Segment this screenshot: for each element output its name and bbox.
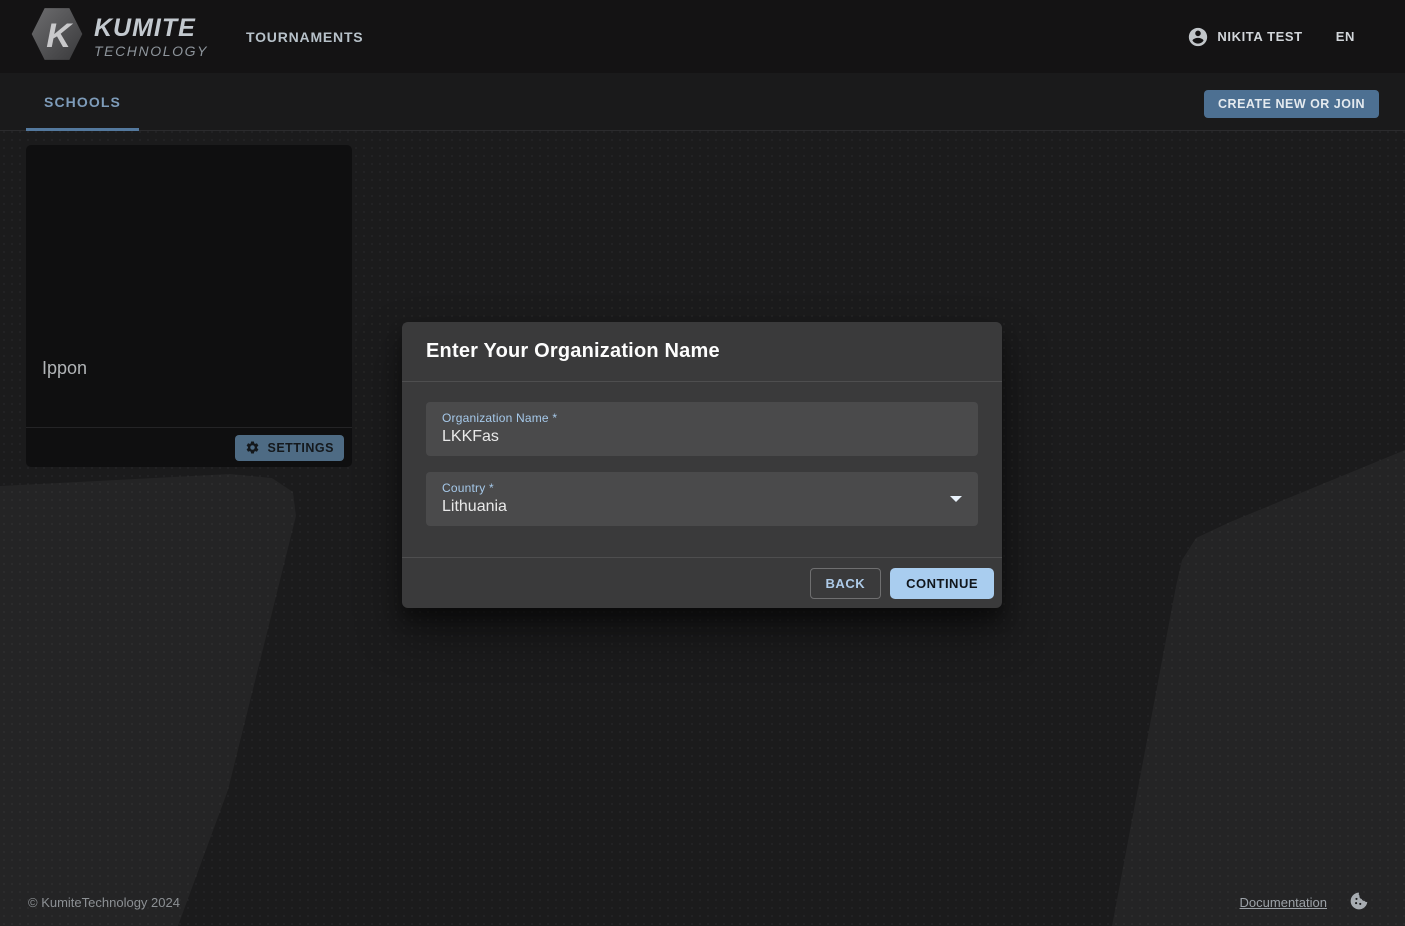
dialog-body: Organization Name * LKKFas Country * Lit… <box>402 382 1002 557</box>
organization-name-label: Organization Name * <box>442 411 962 425</box>
organization-name-input[interactable]: Organization Name * LKKFas <box>426 402 978 456</box>
user-menu[interactable]: NIKITA TEST <box>1187 26 1302 48</box>
logo-title: KUMITE <box>94 16 208 41</box>
cookie-icon <box>1349 891 1369 914</box>
school-name: Ippon <box>42 358 87 379</box>
active-tab-indicator <box>26 128 139 131</box>
user-name: NIKITA TEST <box>1217 29 1302 44</box>
dialog-header: Enter Your Organization Name <box>402 322 1002 381</box>
country-select[interactable]: Country * Lithuania <box>426 472 978 526</box>
country-value: Lithuania <box>442 498 962 516</box>
documentation-link[interactable]: Documentation <box>1240 895 1327 910</box>
dialog-title: Enter Your Organization Name <box>426 340 720 363</box>
footer-right: Documentation <box>1240 891 1369 914</box>
language-selector[interactable]: EN <box>1336 29 1355 44</box>
footer: © KumiteTechnology 2024 Documentation <box>0 878 1405 926</box>
app-logo[interactable]: K KUMITE TECHNOLOGY <box>30 6 208 67</box>
hexagon-k-logo-icon: K <box>30 6 84 67</box>
back-button[interactable]: BACK <box>810 568 882 599</box>
header-right: NIKITA TEST EN <box>1187 26 1355 48</box>
card-actions: SETTINGS <box>26 428 352 467</box>
top-nav-bar: K KUMITE TECHNOLOGY TOURNAMENTS NIKITA T… <box>0 0 1405 73</box>
tab-schools-label: SCHOOLS <box>44 94 121 110</box>
logo-text: KUMITE TECHNOLOGY <box>94 16 208 58</box>
chevron-down-icon <box>950 496 962 502</box>
nav-item-tournaments[interactable]: TOURNAMENTS <box>246 29 363 45</box>
svg-text:K: K <box>46 17 73 55</box>
tab-schools[interactable]: SCHOOLS <box>26 73 139 130</box>
school-card: Ippon SETTINGS <box>26 145 352 467</box>
school-card-body: Ippon <box>26 145 352 427</box>
copyright-text: © KumiteTechnology 2024 <box>28 895 180 910</box>
settings-button[interactable]: SETTINGS <box>235 435 344 461</box>
organization-dialog: Enter Your Organization Name Organizatio… <box>402 322 1002 608</box>
gear-icon <box>245 440 260 455</box>
create-new-or-join-button[interactable]: CREATE NEW OR JOIN <box>1204 90 1379 118</box>
cookie-settings-button[interactable] <box>1349 891 1369 914</box>
settings-button-label: SETTINGS <box>267 441 334 455</box>
organization-name-value: LKKFas <box>442 428 962 446</box>
tab-bar: SCHOOLS CREATE NEW OR JOIN <box>0 73 1405 131</box>
dialog-actions: BACK CONTINUE <box>402 557 1002 608</box>
logo-subtitle: TECHNOLOGY <box>94 44 208 58</box>
continue-button[interactable]: CONTINUE <box>890 568 994 599</box>
country-label: Country * <box>442 481 962 495</box>
account-circle-icon <box>1187 26 1209 48</box>
